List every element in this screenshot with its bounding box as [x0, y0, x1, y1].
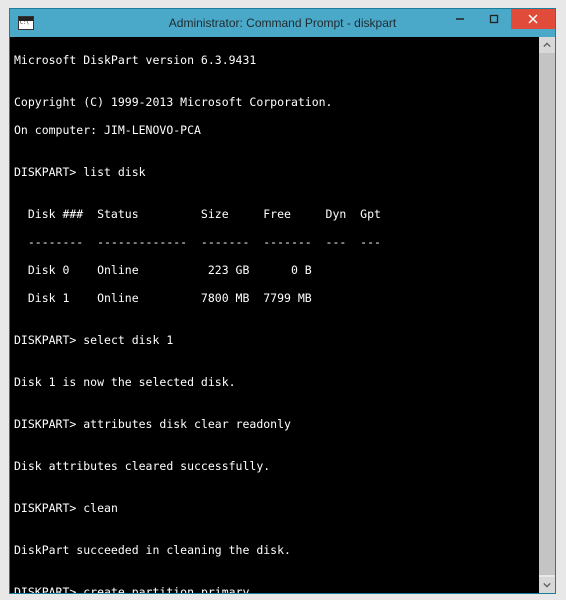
- titlebar[interactable]: Administrator: Command Prompt - diskpart: [10, 9, 555, 37]
- scrollbar-thumb[interactable]: [539, 53, 555, 575]
- disk-table-header: Disk ### Status Size Free Dyn Gpt: [14, 207, 535, 221]
- scrollbar-down-button[interactable]: [539, 577, 555, 593]
- copyright-line: Copyright (C) 1999-2013 Microsoft Corpor…: [14, 95, 535, 109]
- minimize-button[interactable]: [443, 9, 477, 29]
- prompt: DISKPART>: [14, 501, 76, 515]
- cmd-select-disk: select disk 1: [83, 333, 173, 347]
- minimize-icon: [455, 14, 465, 24]
- response-clean: DiskPart succeeded in cleaning the disk.: [14, 543, 535, 557]
- disk-table-divider: -------- ------------- ------- ------- -…: [14, 235, 535, 249]
- cmd-list-disk: list disk: [83, 165, 145, 179]
- window-controls: [443, 9, 555, 29]
- prompt: DISKPART>: [14, 333, 76, 347]
- chevron-down-icon: [543, 581, 551, 589]
- cmd-attributes: attributes disk clear readonly: [83, 417, 291, 431]
- prompt: DISKPART>: [14, 585, 76, 593]
- version-line: Microsoft DiskPart version 6.3.9431: [14, 53, 535, 67]
- disk-table-row: Disk 1 Online 7800 MB 7799 MB: [14, 291, 535, 305]
- scrollbar-up-button[interactable]: [539, 37, 555, 53]
- client-area: Microsoft DiskPart version 6.3.9431 Copy…: [10, 37, 555, 593]
- maximize-button[interactable]: [477, 9, 511, 29]
- close-icon: [528, 14, 538, 24]
- prompt-line: DISKPART> clean: [14, 501, 535, 515]
- prompt-line: DISKPART> attributes disk clear readonly: [14, 417, 535, 431]
- command-prompt-window: Administrator: Command Prompt - diskpart…: [9, 8, 556, 594]
- response-attributes: Disk attributes cleared successfully.: [14, 459, 535, 473]
- prompt: DISKPART>: [14, 417, 76, 431]
- maximize-icon: [489, 14, 499, 24]
- prompt-line: DISKPART> select disk 1: [14, 333, 535, 347]
- prompt-line: DISKPART> list disk: [14, 165, 535, 179]
- console-output[interactable]: Microsoft DiskPart version 6.3.9431 Copy…: [10, 37, 539, 593]
- close-button[interactable]: [511, 9, 555, 29]
- computer-line: On computer: JIM-LENOVO-PCA: [14, 123, 535, 137]
- cmd-icon: [18, 16, 34, 30]
- cmd-create-partition: create partition primary: [83, 585, 249, 593]
- chevron-up-icon: [543, 41, 551, 49]
- prompt: DISKPART>: [14, 165, 76, 179]
- cmd-clean: clean: [83, 501, 118, 515]
- vertical-scrollbar[interactable]: [539, 37, 555, 593]
- disk-table-row: Disk 0 Online 223 GB 0 B: [14, 263, 535, 277]
- prompt-line: DISKPART> create partition primary: [14, 585, 535, 593]
- response-select-disk: Disk 1 is now the selected disk.: [14, 375, 535, 389]
